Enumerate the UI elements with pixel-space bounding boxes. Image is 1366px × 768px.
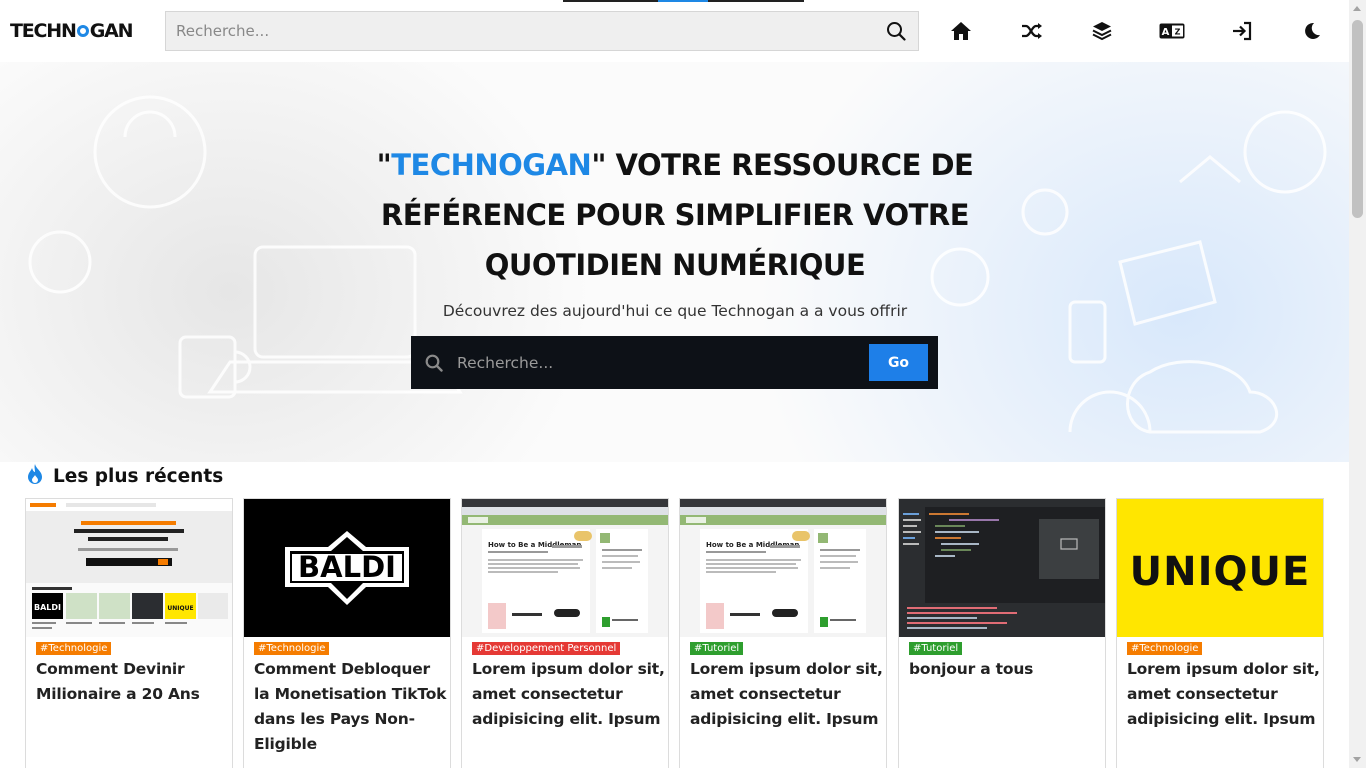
site-logo[interactable]: TECHN GAN <box>10 20 134 42</box>
hero-title-quote: " <box>376 148 392 182</box>
category-tag[interactable]: #Technologie <box>36 642 112 655</box>
post-thumbnail-wikihow-screenshot: How to Be a Middleman <box>680 499 886 637</box>
hero-subtitle: Découvrez des aujourd'hui ce que Technog… <box>442 302 908 320</box>
post-title[interactable]: bonjour a tous <box>909 657 1104 682</box>
hero-search-bar: Go <box>411 336 938 389</box>
search-icon <box>411 336 457 389</box>
page-scrollbar[interactable] <box>1349 0 1366 768</box>
baldi-logo-text: BALDI <box>298 550 396 584</box>
layers-icon[interactable] <box>1087 16 1117 46</box>
post-card[interactable]: How to Be a Middleman #Tutoriel Lorem ip… <box>679 498 887 768</box>
hero-title: "TECHNOGAN" VOTRE RESSOURCE DE RÉFÉRENCE… <box>340 140 1010 290</box>
unique-logo-text: UNIQUE <box>1130 549 1311 595</box>
scrollbar-thumb[interactable] <box>1352 20 1363 218</box>
scroll-up-arrow-icon[interactable] <box>1353 6 1361 11</box>
post-thumbnail-code-editor-screenshot <box>899 499 1105 637</box>
recent-posts-grid: BALDI UNIQUE #Technologie Comment Devini… <box>25 498 1325 768</box>
post-title[interactable]: Comment Devinir Milionaire a 20 Ans <box>36 657 231 707</box>
search-icon[interactable] <box>874 12 918 50</box>
svg-text:BALDI: BALDI <box>34 603 61 612</box>
moon-icon[interactable] <box>1297 16 1327 46</box>
category-tag[interactable]: #Tutoriel <box>909 642 963 655</box>
recent-heading-text: Les plus récents <box>53 465 224 487</box>
hero-title-brand: TECHNOGAN <box>391 148 592 182</box>
post-thumbnail-unique-logo: UNIQUE <box>1117 499 1323 637</box>
post-card[interactable]: BALDI UNIQUE #Technologie Comment Devini… <box>25 498 233 768</box>
hero-search-input[interactable] <box>457 353 869 372</box>
fire-icon <box>25 463 45 489</box>
logo-text-left: TECHN <box>10 20 77 42</box>
login-icon[interactable] <box>1227 16 1257 46</box>
svg-text:A: A <box>1162 27 1170 38</box>
post-thumbnail-wikihow-screenshot: How to Be a Middleman <box>462 499 668 637</box>
category-tag[interactable]: #Developpement Personnel <box>472 642 621 655</box>
header-search-bar <box>165 11 919 51</box>
hero-banner: "TECHNOGAN" VOTRE RESSOURCE DE RÉFÉRENCE… <box>0 62 1349 462</box>
shuffle-icon[interactable] <box>1017 16 1047 46</box>
header-top-accent-line <box>563 0 804 2</box>
go-button[interactable]: Go <box>869 344 928 381</box>
home-icon[interactable] <box>946 16 976 46</box>
svg-text:Z: Z <box>1175 28 1181 37</box>
post-thumbnail-blog-screenshot: BALDI UNIQUE <box>26 499 232 637</box>
logo-dot-icon <box>76 25 89 37</box>
svg-text:UNIQUE: UNIQUE <box>167 605 193 612</box>
site-header: TECHN GAN AZ <box>0 0 1349 62</box>
category-tag[interactable]: #Technologie <box>254 642 330 655</box>
category-tag[interactable]: #Technologie <box>1127 642 1203 655</box>
post-card[interactable]: How to Be a Middleman #Developpement Per… <box>461 498 669 768</box>
post-title[interactable]: Lorem ipsum dolor sit, amet consectetur … <box>690 657 885 732</box>
translate-icon[interactable]: AZ <box>1157 16 1187 46</box>
logo-text-right: GAN <box>89 20 134 42</box>
post-title[interactable]: Lorem ipsum dolor sit, amet consectetur … <box>472 657 667 732</box>
post-card[interactable]: UNIQUE #Technologie Lorem ipsum dolor si… <box>1116 498 1324 768</box>
scroll-down-arrow-icon[interactable] <box>1353 757 1361 762</box>
recent-section-heading: Les plus récents <box>25 463 223 489</box>
post-card[interactable]: BALDI #Technologie Comment Debloquer la … <box>243 498 451 768</box>
category-tag[interactable]: #Tutoriel <box>690 642 744 655</box>
header-search-input[interactable] <box>166 12 874 50</box>
post-thumbnail-baldi-logo: BALDI <box>244 499 450 637</box>
post-title[interactable]: Lorem ipsum dolor sit, amet consectetur … <box>1127 657 1322 732</box>
post-title[interactable]: Comment Debloquer la Monetisation TikTok… <box>254 657 449 757</box>
post-card[interactable]: #Tutoriel bonjour a tous <box>898 498 1106 768</box>
